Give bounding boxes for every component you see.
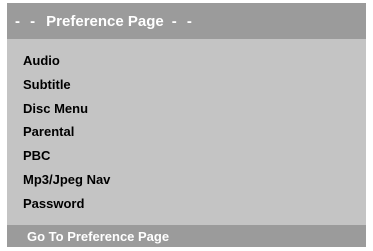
status-bar: Go To Preference Page bbox=[7, 225, 366, 247]
menu-item-audio[interactable]: Audio bbox=[23, 49, 110, 73]
menu-item-password[interactable]: Password bbox=[23, 192, 110, 216]
menu-item-disc-menu[interactable]: Disc Menu bbox=[23, 97, 110, 121]
page-title: Preference Page bbox=[46, 12, 164, 30]
menu-item-parental[interactable]: Parental bbox=[23, 120, 110, 144]
preference-menu-list: Audio Subtitle Disc Menu Parental PBC Mp… bbox=[23, 49, 110, 216]
title-suffix: - - bbox=[171, 12, 195, 30]
menu-item-subtitle[interactable]: Subtitle bbox=[23, 73, 110, 97]
title-bar: - - Preference Page - - bbox=[7, 3, 366, 39]
menu-item-pbc[interactable]: PBC bbox=[23, 144, 110, 168]
menu-item-mp3-jpeg-nav[interactable]: Mp3/Jpeg Nav bbox=[23, 168, 110, 192]
preference-menu-panel: - - Preference Page - - Audio Subtitle D… bbox=[7, 3, 366, 247]
title-prefix: - - bbox=[15, 12, 39, 30]
status-hint: Go To Preference Page bbox=[27, 228, 170, 244]
